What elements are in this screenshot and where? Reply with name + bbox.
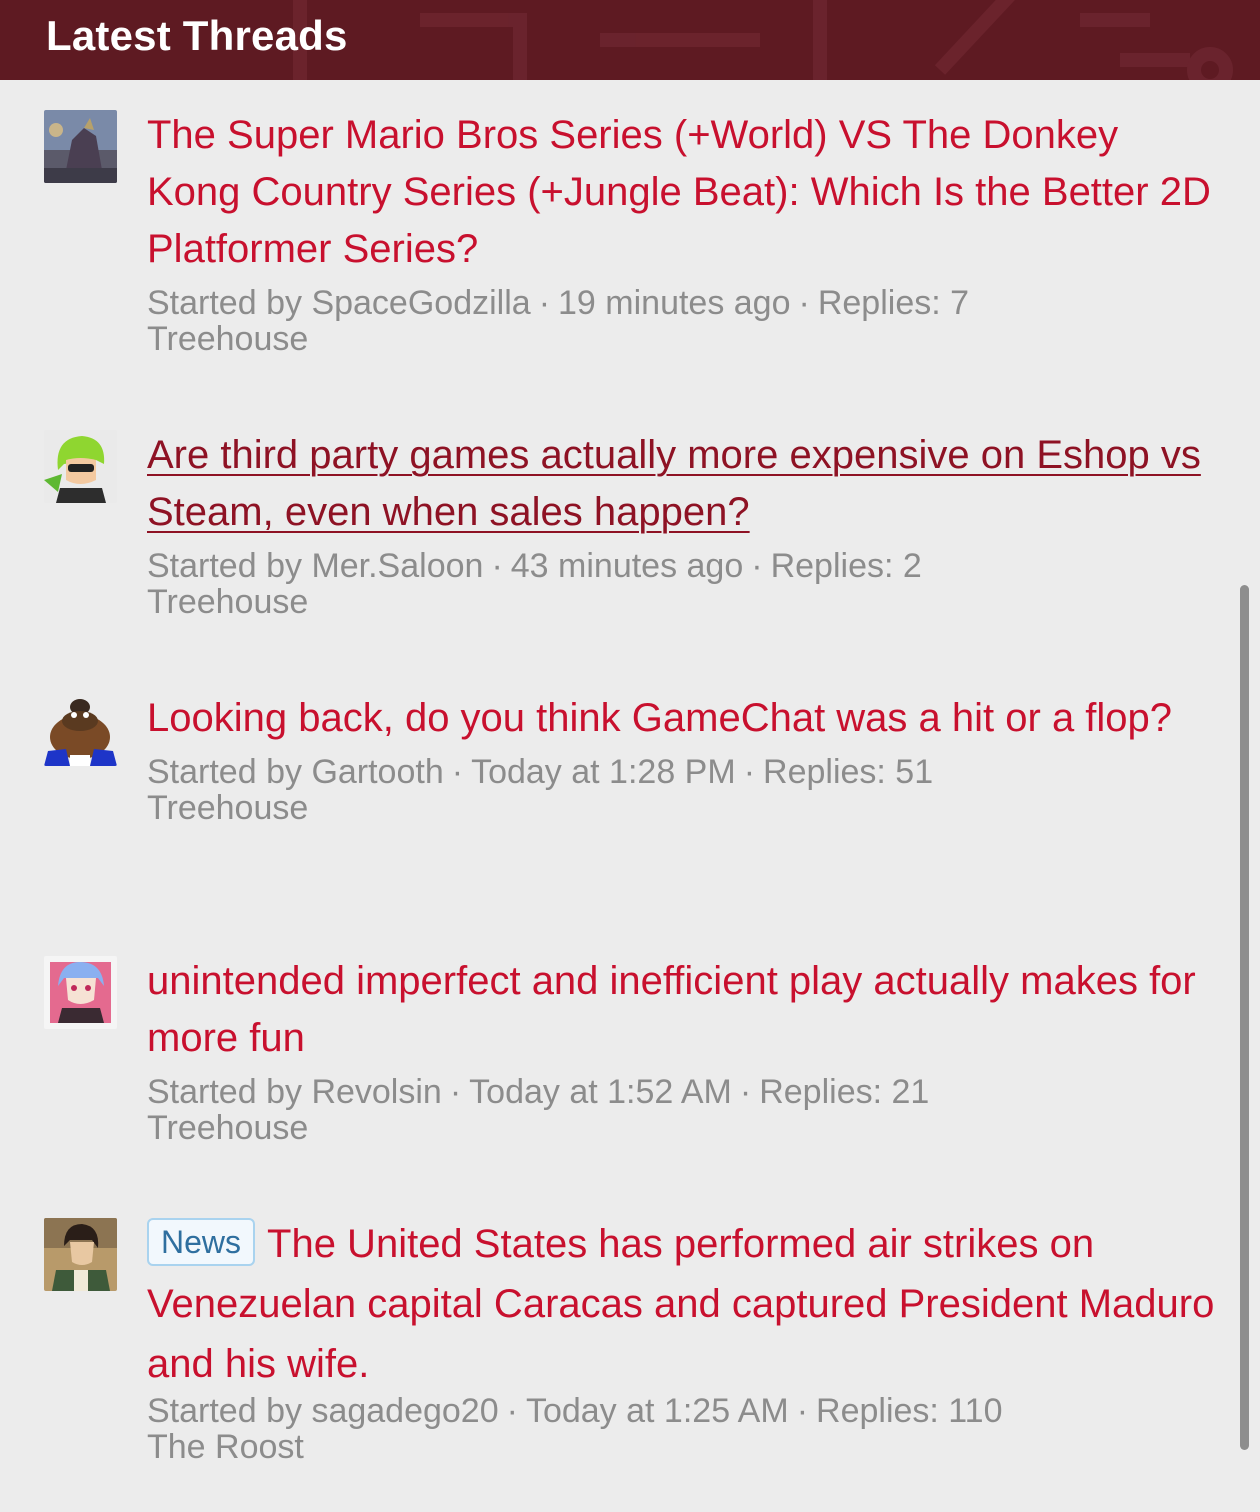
avatar-spacegodzilla[interactable] <box>44 110 117 183</box>
author-link[interactable]: SpaceGodzilla <box>311 284 530 322</box>
thread-time-link[interactable]: Today at 1:25 AM <box>526 1392 789 1430</box>
reply-count: Replies: 2 <box>770 547 922 585</box>
thread-title-link[interactable]: unintended imperfect and inefficient pla… <box>147 953 1217 1067</box>
thread-title-text[interactable]: The United States has performed air stri… <box>147 1222 1214 1386</box>
avatar-image <box>44 430 117 503</box>
started-by-label: Started by <box>147 1392 302 1430</box>
forum-link[interactable]: The Roost <box>147 1426 1217 1468</box>
reply-count: Replies: 7 <box>817 284 970 322</box>
avatar-image <box>44 110 117 183</box>
thread-title-link[interactable]: News The United States has performed air … <box>147 1214 1217 1394</box>
thread-time-link[interactable]: Today at 1:28 PM <box>471 753 736 791</box>
avatar-mer-saloon[interactable] <box>44 430 117 503</box>
forum-link[interactable]: Treehouse <box>147 581 1217 623</box>
scrollbar-thumb[interactable] <box>1240 585 1249 1450</box>
reply-count: Replies: 51 <box>763 753 934 791</box>
reply-count: Replies: 21 <box>759 1073 930 1111</box>
forum-link[interactable]: Treehouse <box>147 1107 1217 1149</box>
started-by-label: Started by <box>147 547 302 585</box>
avatar-image <box>44 693 117 766</box>
thread-title-link[interactable]: Looking back, do you think GameChat was … <box>147 690 1217 747</box>
avatar-gartooth[interactable] <box>44 693 117 766</box>
started-by-label: Started by <box>147 1073 302 1111</box>
author-link[interactable]: Revolsin <box>311 1073 441 1111</box>
reply-count: Replies: 110 <box>816 1392 1003 1430</box>
thread-time-link[interactable]: 43 minutes ago <box>511 547 744 585</box>
thread-title-link[interactable]: Are third party games actually more expe… <box>147 427 1217 541</box>
forum-link[interactable]: Treehouse <box>147 318 1217 360</box>
widget-title: Latest Threads <box>46 12 348 59</box>
thread-time-link[interactable]: 19 minutes ago <box>558 284 791 322</box>
thread-title-link[interactable]: The Super Mario Bros Series (+World) VS … <box>147 107 1217 278</box>
news-prefix-badge[interactable]: News <box>147 1218 256 1266</box>
avatar-image <box>44 1218 117 1291</box>
author-link[interactable]: Mer.Saloon <box>311 547 483 585</box>
avatar-image <box>44 956 117 1029</box>
widget-header: Latest Threads <box>0 0 1260 80</box>
started-by-label: Started by <box>147 284 302 322</box>
avatar-revolsin[interactable] <box>44 956 117 1029</box>
avatar-sagadego20[interactable] <box>44 1218 117 1291</box>
forum-link[interactable]: Treehouse <box>147 787 1217 829</box>
started-by-label: Started by <box>147 753 302 791</box>
thread-time-link[interactable]: Today at 1:52 AM <box>469 1073 732 1111</box>
author-link[interactable]: sagadego20 <box>311 1392 498 1430</box>
author-link[interactable]: Gartooth <box>311 753 443 791</box>
